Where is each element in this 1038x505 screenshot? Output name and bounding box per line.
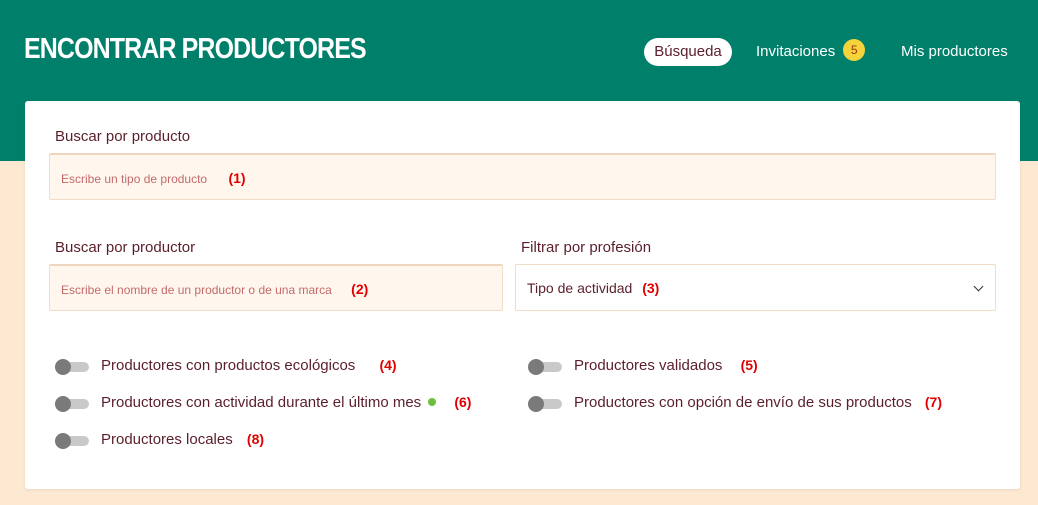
switch-knob xyxy=(55,396,71,412)
marker-4: (4) xyxy=(379,357,397,373)
toggle-organic-label: Productores con productos ecológicos (4) xyxy=(101,357,397,374)
marker-5: (5) xyxy=(740,357,758,373)
toggle-local-label: Productores locales (8) xyxy=(101,431,264,448)
toggle-active-last-month-label: Productores con actividad durante el últ… xyxy=(101,394,471,411)
activity-dot-icon xyxy=(428,398,437,407)
toggle-validated-label: Productores validados (5) xyxy=(574,357,758,374)
switch-knob xyxy=(55,433,71,449)
marker-3: (3) xyxy=(642,280,660,296)
search-producer-placeholder: Escribe el nombre de un productor o de u… xyxy=(61,281,368,297)
switch-local[interactable] xyxy=(55,433,89,449)
tab-my-producers[interactable]: Mis productores xyxy=(901,38,1008,66)
profession-selected-text: Tipo de actividad xyxy=(527,280,633,296)
search-producer-label: Buscar por productor xyxy=(55,239,196,256)
marker-8: (8) xyxy=(246,431,265,447)
search-card: Buscar por producto Escribe un tipo de p… xyxy=(25,101,1020,489)
top-nav: Búsqueda Invitaciones 5 Mis productores xyxy=(0,38,1038,66)
search-producer-input[interactable]: Escribe el nombre de un productor o de u… xyxy=(49,264,503,311)
invitations-count-badge: 5 xyxy=(843,39,866,62)
switch-knob xyxy=(528,396,544,412)
marker-1: (1) xyxy=(228,170,246,186)
marker-6: (6) xyxy=(454,394,472,410)
search-product-placeholder: Escribe un tipo de producto (1) xyxy=(61,170,246,186)
toggle-organic-text: Productores con productos ecológicos xyxy=(101,357,356,374)
toggle-local-text: Productores locales xyxy=(101,431,233,448)
tab-search[interactable]: Búsqueda xyxy=(644,38,732,66)
search-product-input[interactable]: Escribe un tipo de producto (1) xyxy=(49,153,996,200)
switch-shipping[interactable] xyxy=(528,396,562,412)
tab-invitations[interactable]: Invitaciones 5 xyxy=(756,38,866,66)
profession-select-value: Tipo de actividad (3) xyxy=(527,280,659,296)
chevron-down-icon xyxy=(973,281,984,292)
switch-knob xyxy=(55,359,71,375)
profession-select[interactable]: Tipo de actividad (3) xyxy=(515,264,996,311)
toggle-active-last-month-text: Productores con actividad durante el últ… xyxy=(101,394,422,411)
marker-2: (2) xyxy=(351,281,369,297)
switch-knob xyxy=(528,359,544,375)
search-product-placeholder-text: Escribe un tipo de producto xyxy=(61,172,208,186)
toggle-shipping-text: Productores con opción de envío de sus p… xyxy=(574,394,912,411)
marker-7: (7) xyxy=(924,394,943,410)
profession-filter-label: Filtrar por profesión xyxy=(521,239,652,256)
tab-invitations-label: Invitaciones xyxy=(756,43,836,60)
toggle-validated-text: Productores validados xyxy=(574,357,723,374)
switch-organic[interactable] xyxy=(55,359,89,375)
search-product-label: Buscar por producto xyxy=(55,128,191,145)
search-producer-placeholder-text: Escribe el nombre de un productor o de u… xyxy=(61,283,332,297)
switch-active-last-month[interactable] xyxy=(55,396,89,412)
toggle-shipping-label: Productores con opción de envío de sus p… xyxy=(574,394,942,411)
switch-validated[interactable] xyxy=(528,359,562,375)
